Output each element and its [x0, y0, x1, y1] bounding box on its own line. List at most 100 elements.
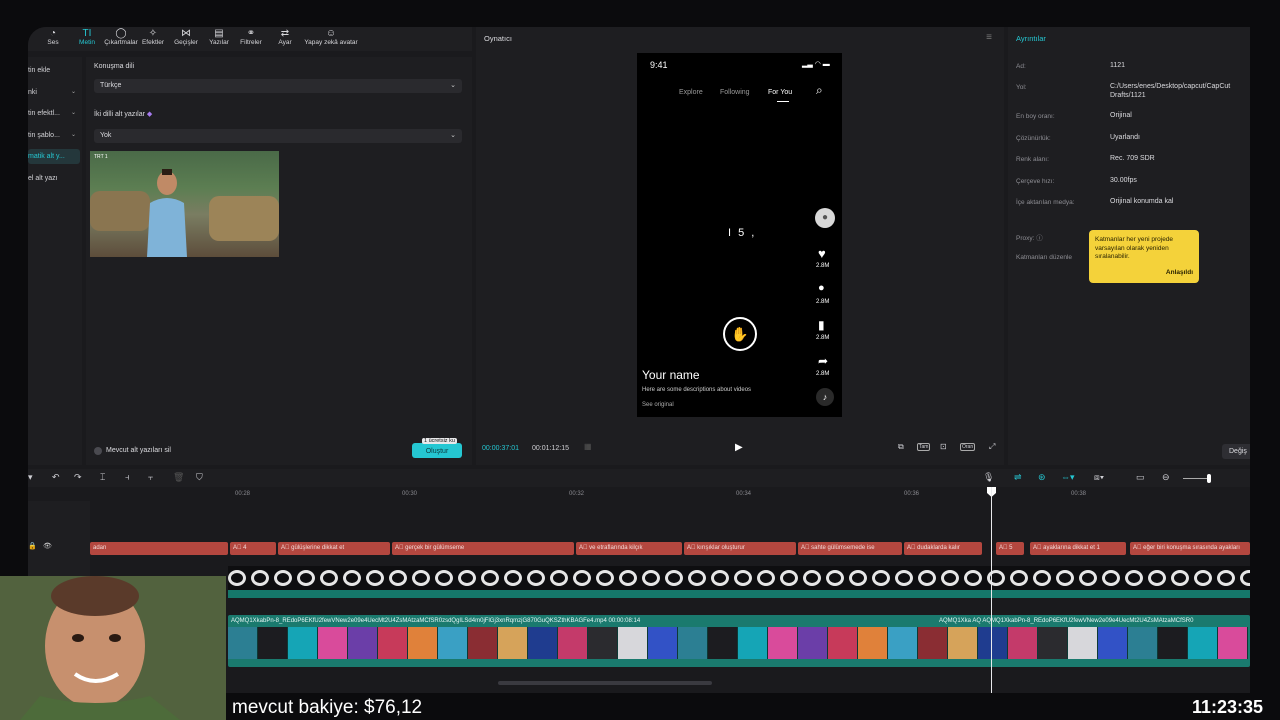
- video-frame: [1098, 627, 1128, 659]
- sticker-frame: [642, 570, 660, 586]
- subtitle-clip[interactable]: A⃞ ayaklarına dikkat et 1: [1030, 542, 1126, 555]
- submenu-item[interactable]: matik alt y...: [28, 149, 80, 164]
- details-title: Ayrıntılar: [1016, 34, 1046, 43]
- username: Your name: [642, 368, 700, 382]
- detail-value: Orijinal konumda kal: [1110, 198, 1174, 205]
- subtitle-clip[interactable]: A⃞ dudaklarda kalır: [904, 542, 982, 555]
- subtitle-clip[interactable]: A⃞ sahte gülümsemede ise: [798, 542, 902, 555]
- heart-icon: ♥: [818, 246, 826, 261]
- ai-avatar-icon: ☺: [325, 28, 337, 39]
- timeline-scrollbar[interactable]: [498, 681, 712, 685]
- split-left-icon[interactable]: ⫞: [125, 472, 130, 483]
- language-select[interactable]: Türkçe ⌄: [94, 79, 462, 93]
- subtitle-clip[interactable]: adan: [90, 542, 228, 555]
- video-frame: [378, 627, 408, 659]
- status-time: 9:41: [650, 60, 668, 70]
- magnet-icon[interactable]: ⊛: [1038, 472, 1046, 483]
- focus-icon[interactable]: ⊡: [940, 442, 947, 451]
- video-frame: [288, 627, 318, 659]
- subtitle-clip[interactable]: A⃞ ve etraflarında kilçık: [576, 542, 682, 555]
- sticker-frame: [320, 570, 338, 586]
- tab-explore: Explore: [679, 89, 703, 96]
- change-button[interactable]: Değiş: [1222, 444, 1250, 459]
- subtitle-clip[interactable]: A⃞ 4: [230, 542, 276, 555]
- ruler-tick-label: 00:32: [569, 491, 585, 497]
- generate-button[interactable]: Oluştur: [412, 443, 462, 458]
- detail-key: Çözünürlük:: [1016, 135, 1051, 142]
- caption-icon[interactable]: ▭: [1136, 472, 1145, 483]
- toolbar-efektler-tab[interactable]: ✧ Efektler: [136, 28, 170, 46]
- zoom-out-icon[interactable]: ⊖: [1162, 472, 1170, 483]
- subtitle-clip[interactable]: A⃞ kırışıklar oluşturur: [684, 542, 796, 555]
- toolbar-tab-label: Efektler: [141, 39, 165, 46]
- snap-icon[interactable]: ⇔▾: [1061, 472, 1075, 483]
- arrow-icon[interactable]: ▾: [28, 472, 33, 483]
- link-icon[interactable]: ⇌: [1014, 472, 1022, 483]
- video-frame: [318, 627, 348, 659]
- subtitle-clip[interactable]: A⃞ gerçek bir gülümseme: [392, 542, 574, 555]
- subtitle-clip[interactable]: A⃞ gülüşlerine dikkat et: [278, 542, 390, 555]
- proxy-label: Proxy: ⓘ: [1016, 235, 1043, 242]
- delete-icon[interactable]: 🗑: [173, 472, 184, 483]
- video-track[interactable]: AQMQ1XkabPn-8_REdoP6EKfU2fewVNew2e09e4Ue…: [228, 615, 1250, 667]
- video-frame: [1128, 627, 1158, 659]
- full-quality-button[interactable]: Tam: [917, 443, 931, 451]
- tiktok-preview: 9:41 ▂▃ ◠ ▬ Explore Following For You ⌕ …: [637, 53, 842, 417]
- crop-icon[interactable]: ⧉: [898, 442, 904, 452]
- bilingual-value: Yok: [100, 132, 112, 139]
- lock-icon[interactable]: 🔒: [28, 542, 37, 550]
- captions-footer: Mevcut alt yazıları sil Oluştur 1 ücrets…: [86, 437, 472, 465]
- submenu-item[interactable]: nki ⌄: [28, 85, 80, 100]
- clear-captions-checkbox[interactable]: [94, 447, 102, 455]
- zoom-slider-handle[interactable]: [1207, 474, 1211, 483]
- submenu-item[interactable]: tin şablo... ⌄: [28, 128, 80, 143]
- toolbar-çıkartmalar-tab[interactable]: ◯ Çıkartmalar: [104, 28, 138, 46]
- subtitle-clip[interactable]: A⃞ 5: [996, 542, 1024, 555]
- search-icon: ⌕: [816, 83, 823, 97]
- detail-value: Rec. 709 SDR: [1110, 155, 1155, 162]
- tooltip-ok-button[interactable]: Anlaşıldı: [1166, 269, 1193, 278]
- toolbar-ses-tab[interactable]: ◔ Ses: [36, 28, 70, 46]
- video-frame: [798, 627, 828, 659]
- video-frame: [648, 627, 678, 659]
- subtitle-clip[interactable]: A⃞ eğer biri konuşma sırasında ayakları: [1130, 542, 1250, 555]
- video-frame: [768, 627, 798, 659]
- detail-value: C:/Users/enes/Desktop/capcut/CapCut: [1110, 83, 1231, 90]
- redo-icon[interactable]: ↷: [74, 472, 82, 483]
- aspect-ratio-button[interactable]: Oran: [960, 443, 976, 451]
- ruler-tick-label: 00:28: [235, 491, 251, 497]
- text-submenu: tin ekle nki ⌄ tin efektl... ⌄ tin şablo... ⌄ m…: [28, 57, 82, 465]
- sofa-left: [90, 191, 150, 231]
- toolbar-yapay-zekâ-avatar-tab[interactable]: ☺ Yapay zekâ avatar: [300, 28, 362, 46]
- microphone-icon[interactable]: 🎙: [983, 472, 994, 483]
- profile-avatar-icon: ●: [815, 208, 835, 228]
- bookmark-count: 2.8M: [816, 335, 830, 341]
- submenu-item[interactable]: tin ekle: [28, 63, 80, 78]
- sticker-frame: [918, 570, 936, 586]
- toolbar-metin-tab[interactable]: TI Metin: [70, 28, 104, 46]
- fullscreen-icon[interactable]: ⤢: [989, 442, 995, 452]
- split-right-icon[interactable]: ⫟: [148, 472, 153, 483]
- sticker-frame: [1240, 570, 1250, 586]
- split-icon[interactable]: ⌶: [100, 472, 105, 483]
- toolbar-yazılar-tab[interactable]: ▤ Yazılar: [202, 28, 236, 46]
- bilingual-select[interactable]: Yok ⌄: [94, 129, 462, 143]
- preview-axis-icon[interactable]: ⧈▾: [1094, 472, 1104, 483]
- sticker-track[interactable]: [228, 566, 1250, 590]
- toolbar-geçişler-tab[interactable]: ⋈ Geçişler: [169, 28, 203, 46]
- undo-icon[interactable]: ↶: [52, 472, 60, 483]
- submenu-item[interactable]: el alt yazı: [28, 171, 80, 186]
- detail-value: Uyarlandı: [1110, 134, 1140, 141]
- toolbar-filtreler-tab[interactable]: ⚭ Filtreler: [234, 28, 268, 46]
- playhead[interactable]: [991, 487, 992, 693]
- shield-icon[interactable]: ⛉: [196, 472, 203, 483]
- eye-icon[interactable]: 👁: [43, 542, 52, 550]
- submenu-item[interactable]: tin efektl... ⌄: [28, 106, 80, 121]
- sticker-frame: [343, 570, 361, 586]
- filmstrip-icon[interactable]: ▦: [584, 442, 592, 451]
- like-count: 2.8M: [816, 263, 830, 269]
- play-icon[interactable]: ▶: [735, 442, 743, 453]
- sticker-frame: [1217, 570, 1235, 586]
- toolbar-ayar-tab[interactable]: ⇄ Ayar: [268, 28, 302, 46]
- menu-icon[interactable]: ≡: [986, 32, 992, 43]
